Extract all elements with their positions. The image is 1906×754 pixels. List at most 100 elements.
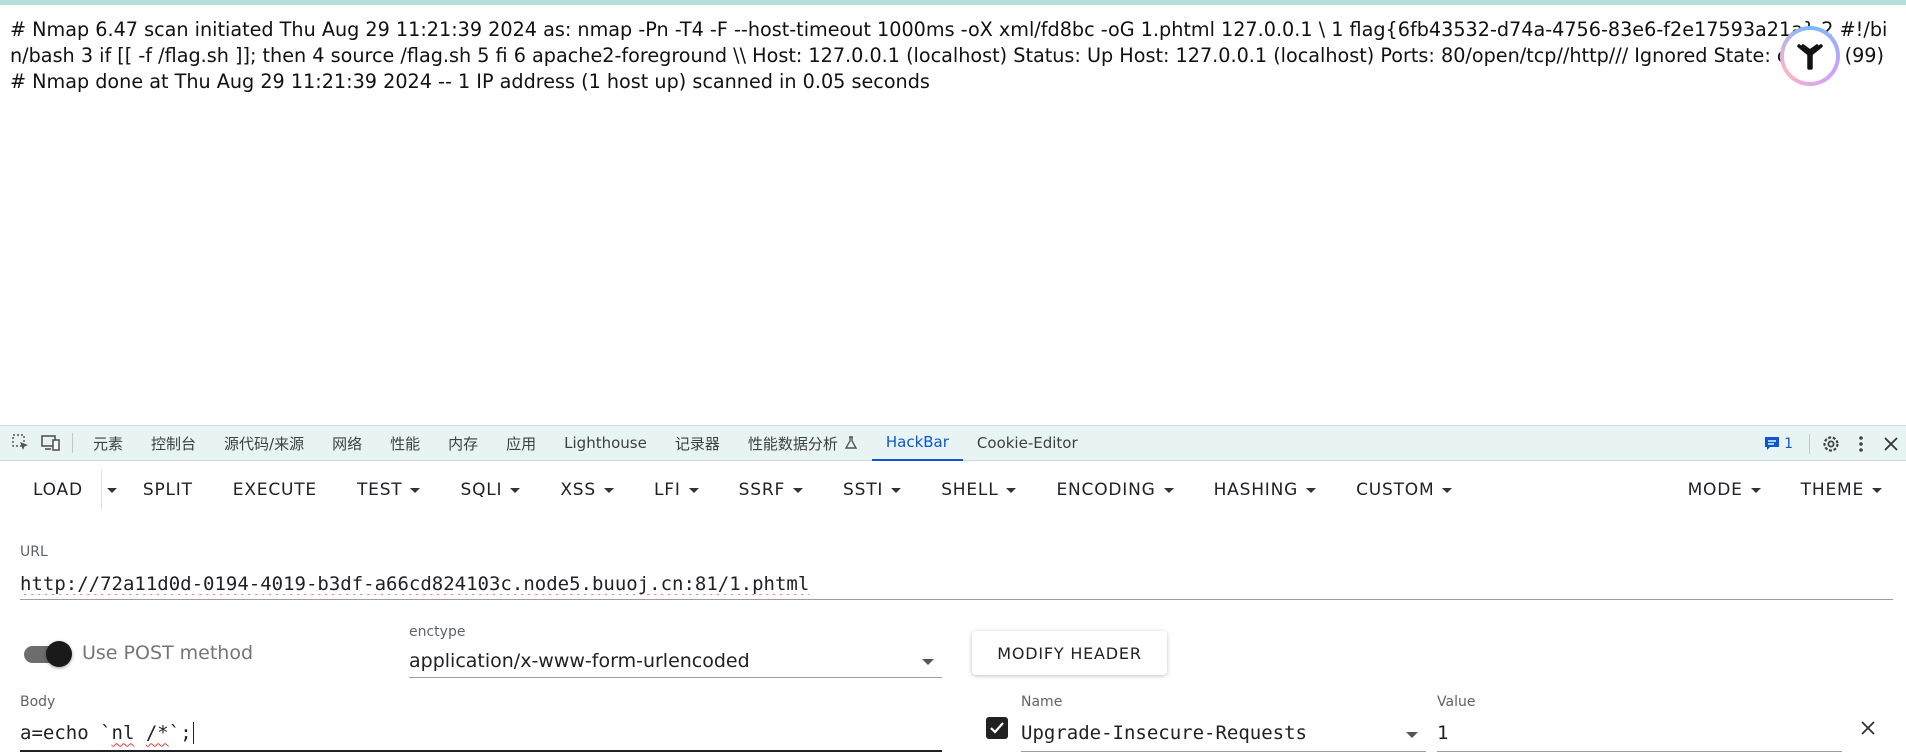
mode-menu-label: MODE	[1687, 480, 1743, 500]
body-text-prefix: a=echo `	[20, 721, 112, 744]
header-value-text: 1	[1437, 722, 1449, 744]
encoding-menu-label: ENCODING	[1056, 480, 1156, 500]
header-enabled-checkbox[interactable]	[986, 717, 1008, 739]
body-text-squiggle: nl	[111, 721, 135, 744]
enctype-select[interactable]: application/x-www-form-urlencoded	[409, 644, 942, 678]
enctype-value: application/x-www-form-urlencoded	[409, 649, 750, 672]
header-name-select[interactable]: Upgrade-Insecure-Requests	[1021, 715, 1426, 752]
tab-network[interactable]: 网络	[318, 426, 376, 461]
chevron-down-icon	[793, 487, 804, 493]
page-top-accent-bar	[0, 0, 1906, 5]
load-dropdown-button[interactable]	[100, 470, 123, 510]
body-label: Body	[20, 694, 56, 710]
tab-cookie-editor[interactable]: Cookie-Editor	[963, 426, 1092, 461]
ssti-menu[interactable]: SSTI	[823, 470, 921, 510]
tab-console[interactable]: 控制台	[137, 426, 210, 461]
checkmark-icon	[990, 722, 1004, 734]
body-text-squiggle-2: /*	[145, 721, 169, 744]
header-name-label: Name	[1021, 694, 1063, 710]
close-icon[interactable]	[1876, 426, 1906, 461]
chevron-down-icon	[891, 487, 902, 493]
sqli-menu-label: SQLI	[460, 480, 503, 500]
tab-recorder[interactable]: 记录器	[661, 426, 734, 461]
tab-sources[interactable]: 源代码/来源	[210, 426, 318, 461]
xss-menu-label: XSS	[560, 480, 596, 500]
modify-header-button[interactable]: MODIFY HEADER	[972, 631, 1167, 675]
more-icon[interactable]	[1846, 426, 1876, 461]
body-text-suffix: `;	[168, 721, 192, 744]
url-input[interactable]	[20, 568, 1893, 600]
encoding-menu[interactable]: ENCODING	[1036, 470, 1193, 510]
header-name-value: Upgrade-Insecure-Requests	[1021, 722, 1307, 744]
test-menu[interactable]: TEST	[337, 470, 441, 510]
settings-icon[interactable]	[1816, 426, 1846, 461]
body-text-mid	[134, 722, 145, 744]
enctype-label: enctype	[409, 624, 466, 640]
body-textarea[interactable]: a=echo ` nl /* `;	[20, 715, 942, 752]
device-toolbar-icon[interactable]	[36, 426, 66, 461]
toolbar-divider	[72, 433, 73, 453]
remove-header-close-icon[interactable]	[1856, 716, 1880, 740]
hackbar-toolbar-right: MODE THEME	[1668, 462, 1906, 518]
chevron-down-icon	[688, 487, 699, 493]
chevron-down-icon	[1750, 487, 1761, 493]
ssrf-menu-label: SSRF	[738, 480, 786, 500]
hashing-menu-label: HASHING	[1213, 480, 1299, 500]
inspect-icon[interactable]	[6, 426, 36, 461]
tab-application[interactable]: 应用	[492, 426, 550, 461]
mode-menu[interactable]: MODE	[1668, 470, 1781, 510]
load-button[interactable]: LOAD	[0, 470, 101, 510]
page-output-text: # Nmap 6.47 scan initiated Thu Aug 29 11…	[10, 18, 1888, 93]
chevron-down-icon	[1406, 732, 1418, 738]
extension-badge-icon[interactable]	[1780, 26, 1840, 86]
chevron-down-icon	[1872, 487, 1882, 493]
custom-menu-label: CUSTOM	[1356, 480, 1435, 500]
tab-hackbar[interactable]: HackBar	[871, 426, 963, 461]
issues-count: 1	[1784, 435, 1793, 452]
lfi-menu[interactable]: LFI	[634, 470, 719, 510]
shell-menu-label: SHELL	[941, 480, 999, 500]
theme-menu-label: THEME	[1800, 480, 1864, 500]
theme-menu[interactable]: THEME	[1781, 470, 1906, 510]
flask-icon	[844, 436, 858, 449]
tab-elements[interactable]: 元素	[79, 426, 137, 461]
toolbar-divider	[1809, 433, 1810, 454]
text-cursor	[192, 721, 194, 744]
header-value-input[interactable]: 1	[1437, 715, 1842, 752]
issues-counter[interactable]: 1	[1754, 436, 1803, 452]
post-method-toggle[interactable]	[22, 641, 72, 667]
hackbar-toolbar: LOAD SPLIT EXECUTE TEST SQLI XSS LFI SSR…	[0, 462, 1906, 518]
chevron-down-icon	[1306, 487, 1317, 493]
test-menu-label: TEST	[356, 480, 403, 500]
chevron-down-icon	[922, 659, 934, 665]
chevron-down-icon	[510, 487, 521, 493]
ssrf-menu[interactable]: SSRF	[719, 470, 823, 510]
chevron-down-icon	[410, 487, 421, 493]
url-label: URL	[20, 544, 48, 560]
devtools-right-controls: 1	[1754, 426, 1906, 461]
header-value-label: Value	[1437, 694, 1476, 710]
chevron-down-icon	[1006, 487, 1017, 493]
sqli-menu[interactable]: SQLI	[440, 470, 540, 510]
post-method-label: Use POST method	[82, 642, 254, 664]
devtools-panel: 元素 控制台 源代码/来源 网络 性能 内存 应用 Lighthouse 记录器…	[0, 425, 1906, 754]
chevron-down-icon	[603, 487, 614, 493]
devtools-tabbar: 元素 控制台 源代码/来源 网络 性能 内存 应用 Lighthouse 记录器…	[0, 426, 1906, 461]
issues-icon	[1765, 437, 1780, 450]
split-button[interactable]: SPLIT	[123, 470, 213, 510]
ssti-menu-label: SSTI	[843, 480, 884, 500]
shell-menu[interactable]: SHELL	[921, 470, 1036, 510]
chevron-down-icon	[1442, 487, 1453, 493]
tab-memory[interactable]: 内存	[434, 426, 492, 461]
execute-button[interactable]: EXECUTE	[213, 470, 337, 510]
tab-performance[interactable]: 性能	[376, 426, 434, 461]
hashing-menu[interactable]: HASHING	[1194, 470, 1337, 510]
tab-lighthouse[interactable]: Lighthouse	[550, 426, 661, 461]
tab-performance-insights[interactable]: 性能数据分析	[734, 426, 872, 461]
xss-menu[interactable]: XSS	[540, 470, 634, 510]
tab-performance-insights-label: 性能数据分析	[747, 434, 838, 453]
chevron-down-icon	[107, 487, 118, 493]
puzzle-logo-icon	[1797, 44, 1823, 70]
chevron-down-icon	[1163, 487, 1174, 493]
custom-menu[interactable]: CUSTOM	[1336, 470, 1472, 510]
